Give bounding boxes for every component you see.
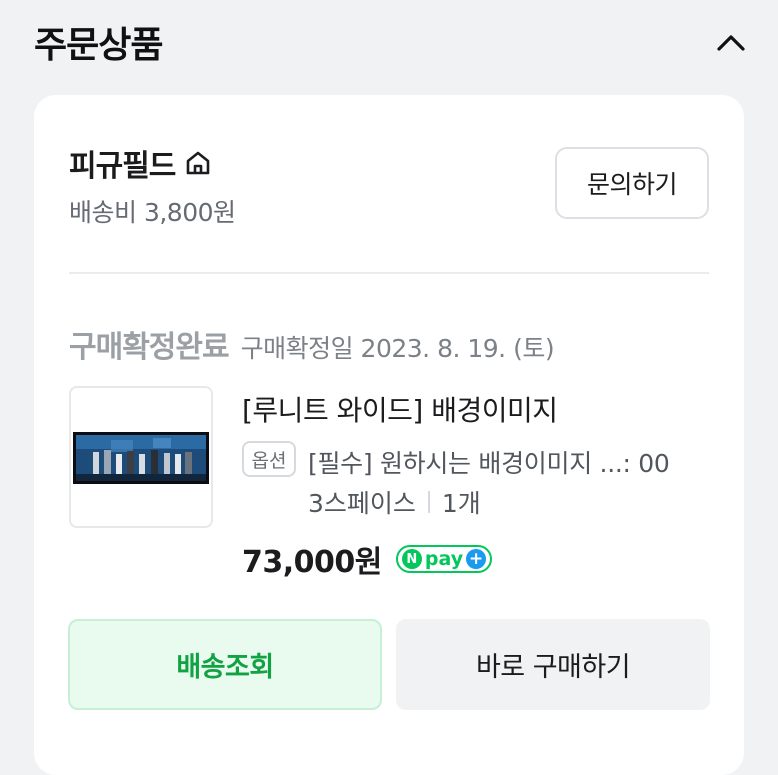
- price-row: 73,000원 N pay +: [242, 537, 493, 581]
- seller-link[interactable]: 피규필드: [69, 141, 213, 185]
- order-status-row: 구매확정완료 구매확정일 2023. 8. 19. (토): [69, 322, 555, 366]
- inquiry-button[interactable]: 문의하기: [555, 147, 709, 219]
- npay-n-icon: N: [401, 549, 422, 569]
- section-title: 주문상품: [34, 25, 163, 66]
- product-title[interactable]: [루니트 와이드] 배경이미지: [242, 389, 558, 429]
- collapse-button[interactable]: [708, 22, 754, 62]
- product-price: 73,000원: [242, 545, 382, 580]
- option-text: [필수] 원하시는 배경이미지 ...: 00: [308, 449, 670, 478]
- product-thumbnail[interactable]: [69, 386, 213, 528]
- quantity: 1개: [441, 489, 481, 518]
- order-products-header: 주문상품: [0, 0, 778, 90]
- npay-label: pay: [424, 548, 464, 570]
- seller-name: 피규필드: [69, 149, 176, 184]
- product-image: [71, 388, 211, 526]
- option-badge: 옵션: [242, 441, 296, 477]
- shipping-fee: 배송비 3,800원: [69, 198, 236, 227]
- home-icon: [187, 151, 210, 175]
- order-status: 구매확정완료: [69, 330, 230, 365]
- option-variant: 3스페이스: [308, 489, 416, 518]
- option-details: 3스페이스 1개: [308, 484, 481, 520]
- confirm-date: 구매확정일 2023. 8. 19. (토): [240, 334, 555, 363]
- order-card: 피규필드 배송비 3,800원 문의하기 구매확정완료 구매확정일 2023. …: [34, 95, 744, 775]
- separator: [427, 491, 430, 513]
- track-delivery-button[interactable]: 배송조회: [68, 619, 382, 710]
- divider: [69, 272, 709, 274]
- plus-icon: +: [466, 549, 487, 569]
- buy-again-button[interactable]: 바로 구매하기: [396, 619, 710, 710]
- npay-plus-badge: N pay +: [395, 545, 493, 573]
- chevron-up-icon: [717, 35, 745, 51]
